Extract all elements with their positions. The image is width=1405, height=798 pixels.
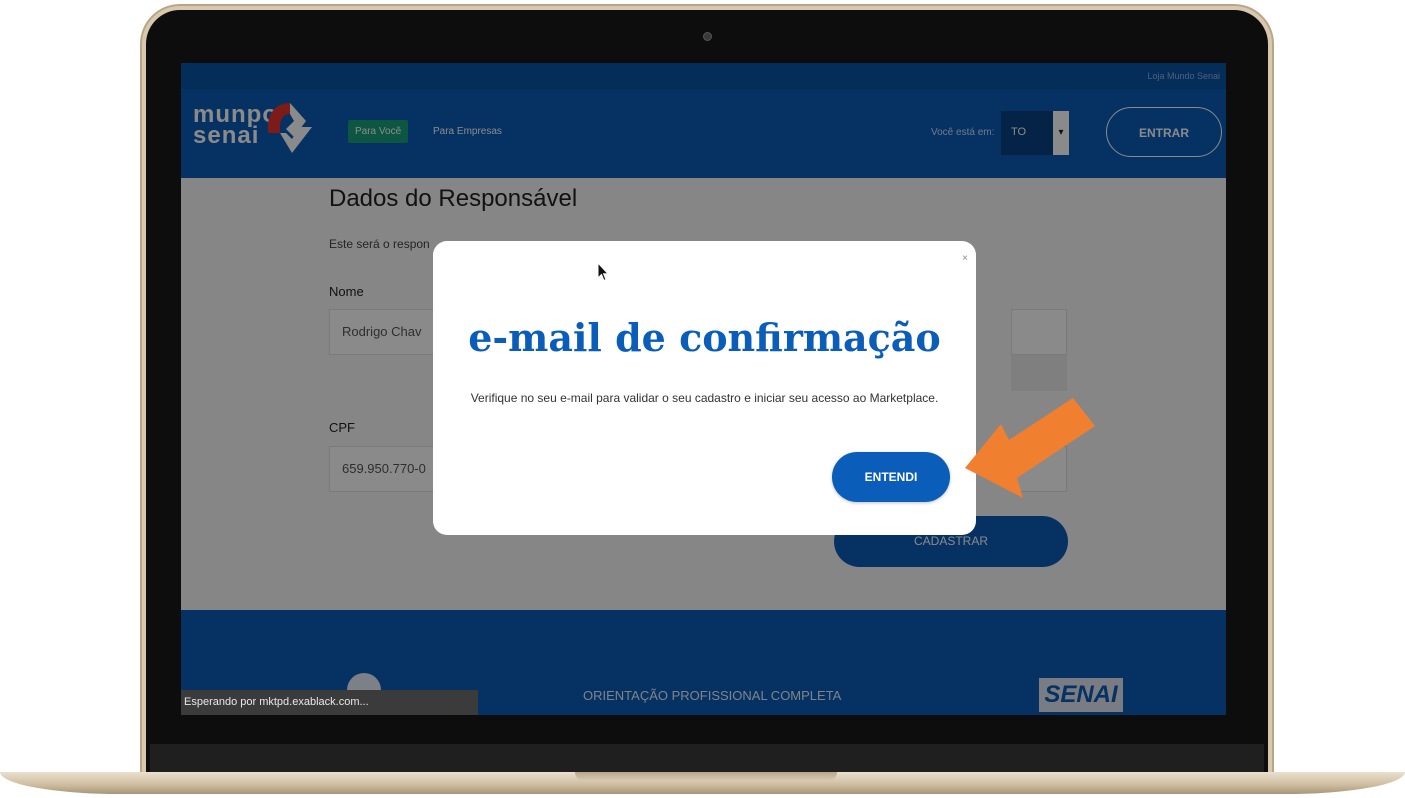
camera-icon xyxy=(704,33,711,40)
status-bar: Esperando por mktpd.exablack.com... xyxy=(181,690,478,715)
ok-button[interactable]: ENTENDI xyxy=(832,452,950,502)
cursor-icon xyxy=(597,262,609,282)
laptop-bezel xyxy=(150,744,1264,772)
modal-message: Verifique no seu e-mail para validar o s… xyxy=(470,391,939,405)
close-icon[interactable]: × xyxy=(962,253,968,264)
confirmation-modal: × e-mail de confirmação Verifique no seu… xyxy=(433,241,976,535)
laptop-notch xyxy=(575,772,837,781)
arrow-icon xyxy=(965,398,1095,498)
modal-title: e-mail de confirmação xyxy=(468,315,941,360)
